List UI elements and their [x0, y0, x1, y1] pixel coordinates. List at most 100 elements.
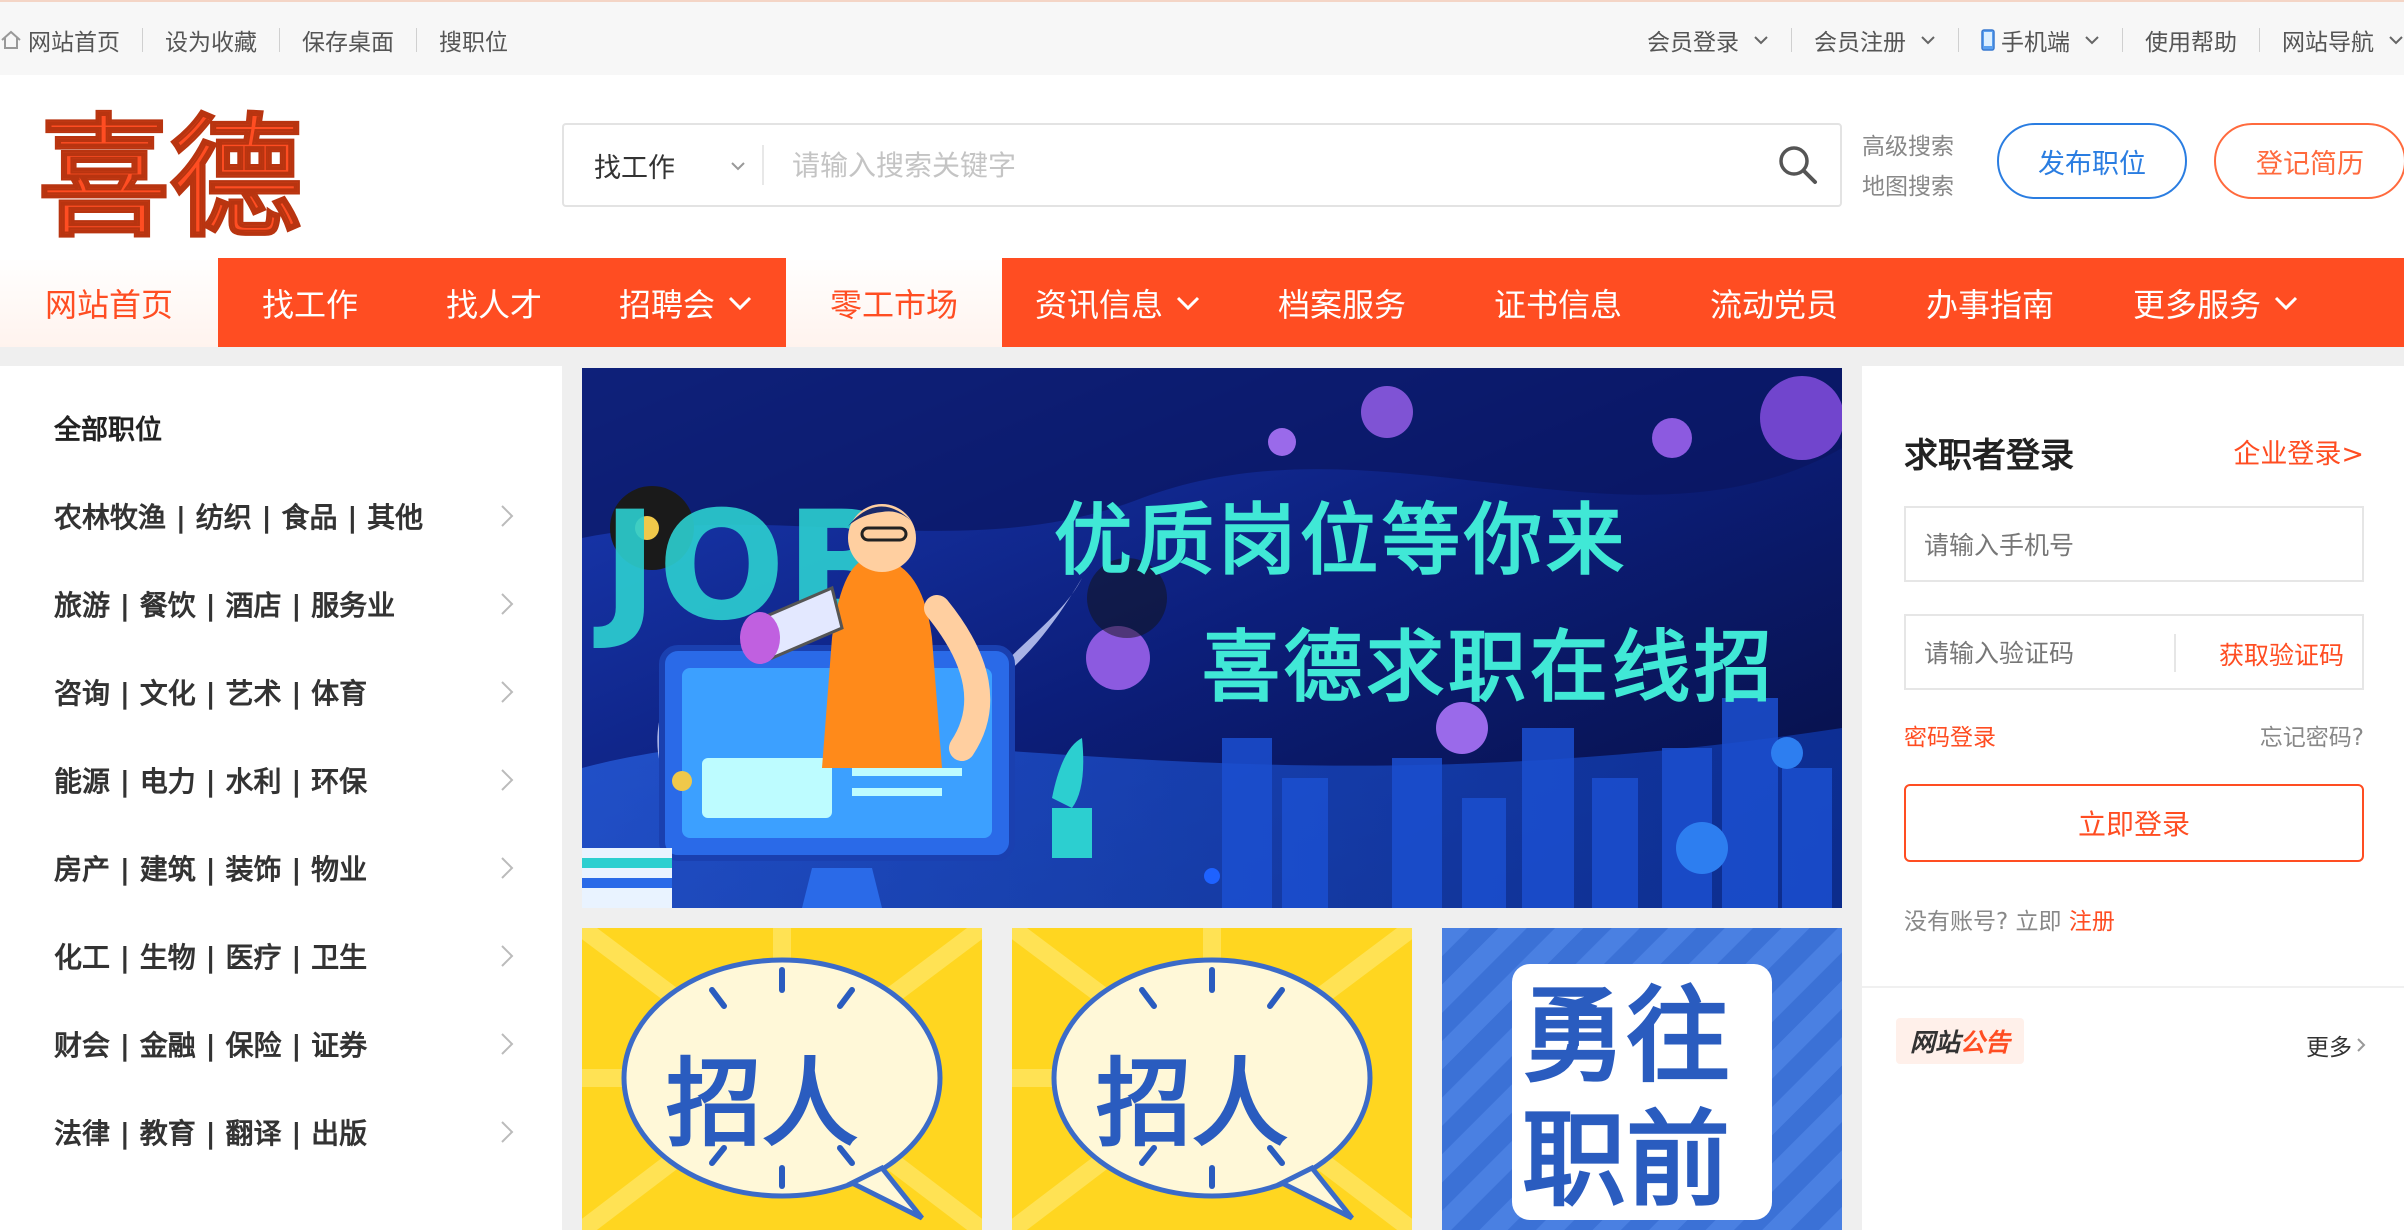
sidebar-item-category[interactable]: 农林牧渔 | 纺织 | 食品 | 其他 — [54, 486, 514, 546]
promo-tile-hiring[interactable]: 招人 — [1012, 928, 1412, 1230]
post-job-button[interactable]: 发布职位 — [1997, 123, 2187, 199]
nav-item-guide[interactable]: 办事指南 — [1882, 258, 2098, 347]
notice-more-label: 更多 — [2306, 1035, 2352, 1061]
nav-item-archives[interactable]: 档案服务 — [1234, 258, 1450, 347]
sidebar-item-category[interactable]: 能源 | 电力 | 水利 | 环保 — [54, 750, 514, 810]
category-label: 农林牧渔 | 纺织 | 食品 | 其他 — [54, 501, 424, 534]
notice-badge: 网站 公告 — [1896, 1018, 2025, 1064]
chevron-down-icon — [2085, 35, 2099, 44]
carousel-indicator[interactable] — [1204, 868, 1220, 884]
nav-item-home[interactable]: 网站首页 — [0, 258, 218, 347]
tile-text: 招人 — [666, 1048, 858, 1160]
nav-item-more-services[interactable]: 更多服务 — [2098, 258, 2334, 347]
top-bar-left: 网站首页 设为收藏 保存桌面 搜职位 — [0, 2, 508, 77]
member-login-label: 会员登录 — [1647, 29, 1739, 56]
divider — [1791, 27, 1792, 52]
tile-text-line1: 勇往 — [1522, 975, 1731, 1097]
notice-more-link[interactable]: 更多 — [2306, 1028, 2366, 1062]
sidebar-item-category[interactable]: 旅游 | 餐饮 | 酒店 | 服务业 — [54, 574, 514, 634]
nav-item-news[interactable]: 资讯信息 — [1002, 258, 1234, 347]
password-login-link[interactable]: 密码登录 — [1904, 718, 1996, 752]
chevron-right-icon — [501, 945, 514, 967]
jobseeker-login-panel: 求职者登录 企业登录> 获取验证码 密码登录 忘记密码? 立即登录 没有账号? … — [1862, 366, 2404, 986]
nav-item-job-fair[interactable]: 招聘会 — [586, 258, 786, 347]
enterprise-login-link[interactable]: 企业登录> — [2233, 432, 2364, 471]
nav-item-certificates[interactable]: 证书信息 — [1450, 258, 1666, 347]
nav-label: 找工作 — [261, 285, 358, 324]
login-title: 求职者登录 — [1904, 436, 2074, 476]
nav-label: 资讯信息 — [1034, 285, 1163, 324]
register-resume-button[interactable]: 登记简历 — [2214, 123, 2404, 199]
member-register-dropdown[interactable]: 会员注册 — [1814, 23, 1936, 57]
sidebar-item-category[interactable]: 财会 | 金融 | 保险 | 证券 — [54, 1014, 514, 1074]
sidebar-item-category[interactable]: 化工 | 生物 | 医疗 | 卫生 — [54, 926, 514, 986]
site-notice-panel: 网站 公告 更多 — [1862, 986, 2404, 1230]
sidebar-item-category[interactable]: 房产 | 建筑 | 装饰 | 物业 — [54, 838, 514, 898]
promo-tile-career[interactable]: 勇往 职前 — [1442, 928, 1842, 1230]
map-search-link[interactable]: 地图搜索 — [1862, 167, 1954, 207]
promo-tile-hiring[interactable]: 招人 — [582, 928, 982, 1230]
top-link-search-jobs-label: 搜职位 — [439, 29, 508, 56]
sidebar-item-category[interactable]: 法律 | 教育 | 翻译 | 出版 — [54, 1102, 514, 1162]
site-logo[interactable]: 喜德 — [38, 102, 448, 238]
top-link-save-desktop[interactable]: 保存桌面 — [302, 23, 394, 57]
advanced-search-link[interactable]: 高级搜索 — [1862, 127, 1954, 167]
top-link-search-jobs[interactable]: 搜职位 — [439, 23, 508, 57]
category-label: 房产 | 建筑 | 装饰 | 物业 — [54, 853, 368, 886]
nav-label: 更多服务 — [2132, 285, 2261, 324]
chevron-down-icon — [1176, 296, 1200, 310]
category-label: 旅游 | 餐饮 | 酒店 | 服务业 — [54, 589, 396, 622]
nav-item-find-job[interactable]: 找工作 — [218, 258, 402, 347]
search-options: 高级搜索 地图搜索 — [1862, 127, 1954, 207]
tile-text-line2: 职前 — [1522, 1099, 1731, 1221]
top-bar-right: 会员登录 会员注册 手机端 使用帮助 网站导航 — [1647, 2, 2404, 77]
hero-banner[interactable]: JOB 优质岗位等你来 喜德求职在线招 — [582, 368, 1842, 908]
nav-label: 档案服务 — [1277, 285, 1406, 324]
search-button[interactable] — [1774, 141, 1822, 189]
tile-text: 招人 — [1096, 1048, 1288, 1160]
nav-label: 零工市场 — [829, 285, 958, 324]
login-button[interactable]: 立即登录 — [1904, 784, 2364, 862]
home-icon — [1, 30, 21, 49]
nav-label: 办事指南 — [1925, 285, 2054, 324]
nav-item-party-members[interactable]: 流动党员 — [1666, 258, 1882, 347]
banner-subheadline: 喜德求职在线招 — [1202, 623, 1777, 713]
top-link-home[interactable]: 网站首页 — [0, 23, 120, 57]
divider — [279, 27, 280, 52]
site-nav-label: 网站导航 — [2282, 29, 2374, 56]
sidebar-title[interactable]: 全部职位 — [54, 408, 162, 447]
search-input[interactable] — [792, 139, 1692, 191]
mobile-dropdown[interactable]: 手机端 — [1981, 23, 2100, 57]
top-link-save-desktop-label: 保存桌面 — [302, 29, 394, 56]
help-link[interactable]: 使用帮助 — [2145, 23, 2237, 57]
top-bar: 网站首页 设为收藏 保存桌面 搜职位 会员登录 会员注册 手机端 使用帮助 网站… — [0, 0, 2404, 75]
sidebar-item-category[interactable]: 咨询 | 文化 | 艺术 | 体育 — [54, 662, 514, 722]
search-box: 找工作 — [562, 123, 1842, 207]
mobile-label: 手机端 — [2001, 29, 2070, 56]
site-nav-dropdown[interactable]: 网站导航 — [2282, 23, 2404, 57]
register-link[interactable]: 注册 — [2069, 909, 2115, 935]
search-type-select[interactable]: 找工作 — [564, 125, 764, 205]
category-label: 能源 | 电力 | 水利 | 环保 — [54, 765, 368, 798]
get-code-button[interactable]: 获取验证码 — [2219, 636, 2344, 672]
no-account-text: 没有账号? 立即 — [1904, 909, 2062, 935]
banner-headline: 优质岗位等你来 — [1054, 496, 1629, 586]
forgot-password-link[interactable]: 忘记密码? — [2260, 718, 2364, 752]
divider — [762, 145, 764, 185]
phone-field — [1904, 506, 2364, 582]
category-label: 咨询 | 文化 | 艺术 | 体育 — [54, 677, 368, 710]
phone-input[interactable] — [1924, 520, 2264, 570]
chevron-right-icon — [501, 681, 514, 703]
member-login-dropdown[interactable]: 会员登录 — [1647, 23, 1769, 57]
nav-item-gig-market[interactable]: 零工市场 — [786, 258, 1002, 347]
notice-badge-part1: 网站 — [1910, 1028, 1961, 1057]
category-label: 化工 | 生物 | 医疗 | 卫生 — [54, 941, 368, 974]
top-link-favorite[interactable]: 设为收藏 — [165, 23, 257, 57]
notice-badge-part2: 公告 — [1960, 1028, 2011, 1057]
register-prompt: 没有账号? 立即 注册 — [1904, 902, 2115, 936]
chevron-right-icon — [501, 857, 514, 879]
member-register-label: 会员注册 — [1814, 29, 1906, 56]
top-link-home-label: 网站首页 — [28, 29, 120, 56]
verification-code-input[interactable] — [1924, 628, 2164, 678]
nav-item-find-talent[interactable]: 找人才 — [402, 258, 586, 347]
